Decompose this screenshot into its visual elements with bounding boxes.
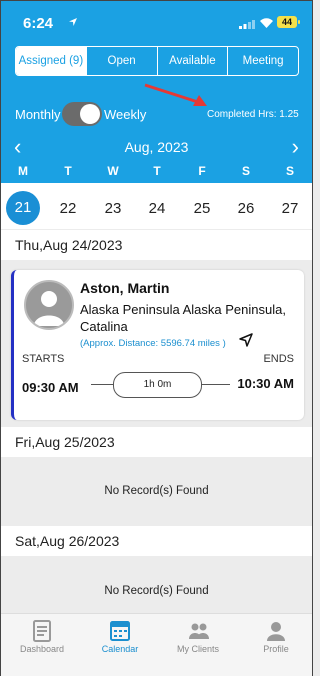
toggle-knob [80, 104, 100, 124]
profile-icon [267, 622, 285, 641]
signal-icon [239, 20, 255, 29]
weekday-label: F [198, 164, 206, 178]
approx-distance: (Approx. Distance: 5596.74 miles ) [80, 338, 226, 349]
day-heading: Sat,Aug 26/2023 [1, 526, 312, 556]
nav-label: My Clients [176, 644, 219, 654]
battery-icon: 44 [277, 16, 297, 28]
weekday-label: T [153, 164, 161, 178]
weekday-label: W [107, 164, 119, 178]
nav-label: Profile [263, 644, 289, 654]
completed-hours: Completed Hrs: 1.25 [207, 109, 299, 120]
person-silhouette-icon [34, 291, 64, 326]
date-row: 21 22 23 24 25 26 27 [1, 183, 312, 229]
view-toggle-switch[interactable] [62, 102, 102, 126]
end-time: 10:30 AM [237, 376, 294, 391]
battery-tip [298, 20, 300, 24]
date-cell-selected[interactable]: 21 [6, 191, 40, 225]
month-navigator: ‹ Aug, 2023 › [1, 136, 312, 159]
location-arrow-icon [69, 18, 77, 26]
start-time: 09:30 AM [22, 380, 79, 395]
client-address: Alaska Peninsula Alaska Peninsula, Catal… [80, 302, 286, 334]
client-name[interactable]: Aston, Martin [80, 280, 169, 296]
assignment-tabs: Assigned (9) Open Available Meeting [15, 46, 299, 76]
date-cell[interactable]: 22 [52, 200, 84, 217]
date-cell[interactable]: 27 [274, 200, 306, 217]
header: 6:24 44 Assigned (9) Open Available Meet… [1, 1, 312, 183]
tab-assigned[interactable]: Assigned (9) [16, 47, 86, 75]
starts-label: STARTS [22, 353, 65, 365]
status-time: 6:24 [23, 15, 54, 32]
day-heading: Fri,Aug 25/2023 [1, 427, 312, 457]
nav-label: Dashboard [19, 644, 65, 654]
wifi-icon [260, 18, 273, 28]
bottom-nav: Dashboard Calendar My Clients Profile [1, 613, 312, 676]
tab-available[interactable]: Available [156, 47, 228, 75]
tab-meeting[interactable]: Meeting [227, 47, 298, 75]
weekday-label: S [285, 164, 294, 178]
status-bar: 6:24 44 [1, 1, 312, 43]
weekly-label[interactable]: Weekly [104, 107, 146, 122]
monthly-label[interactable]: Monthly [15, 107, 61, 122]
dashboard-icon [33, 620, 51, 642]
date-cell[interactable]: 26 [230, 200, 262, 217]
calendar-icon [110, 621, 130, 641]
clients-icon [189, 623, 209, 639]
nav-label: Calendar [101, 644, 139, 654]
day-heading: Thu,Aug 24/2023 [1, 230, 312, 260]
visit-card[interactable]: Aston, Martin Alaska Peninsula Alaska Pe… [11, 270, 304, 420]
tab-open[interactable]: Open [85, 47, 157, 75]
empty-state: No Record(s) Found [104, 485, 209, 497]
next-week-chevron-icon[interactable]: › [292, 136, 299, 158]
weekday-label: T [64, 164, 72, 178]
weekday-label: S [241, 164, 250, 178]
view-toggle-row: Monthly Weekly Completed Hrs: 1.25 [15, 102, 305, 126]
client-avatar [24, 280, 74, 330]
weekday-row: M T W T F S S [1, 163, 312, 181]
month-label: Aug, 2023 [124, 139, 189, 155]
navigation-arrow-icon[interactable] [239, 333, 253, 347]
date-cell[interactable]: 23 [97, 200, 129, 217]
date-cell[interactable]: 24 [141, 200, 173, 217]
ends-label: ENDS [263, 353, 294, 365]
duration-pill: 1h 0m [113, 372, 202, 398]
weekday-label: M [18, 164, 28, 178]
date-cell[interactable]: 25 [186, 200, 218, 217]
